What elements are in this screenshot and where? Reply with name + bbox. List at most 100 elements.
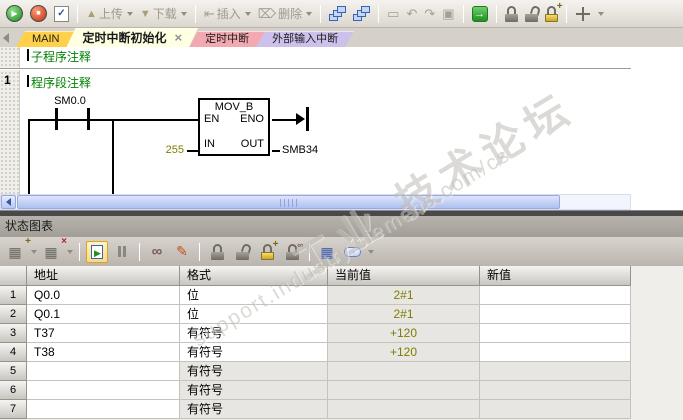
- address-cell[interactable]: T37: [27, 324, 180, 343]
- out-operand[interactable]: SMB34: [282, 144, 318, 156]
- current-value-cell[interactable]: 2#1: [328, 286, 480, 305]
- mov-b-block[interactable]: MOV_B EN ENO IN OUT: [198, 98, 270, 156]
- scrollbar-left-button[interactable]: [1, 195, 16, 209]
- format-cell[interactable]: 位: [180, 305, 328, 324]
- write-all-button[interactable]: ✎: [171, 241, 193, 263]
- row-number[interactable]: 1: [0, 286, 27, 305]
- rung-end-bar: [306, 107, 309, 131]
- format-cell[interactable]: 有符号: [180, 362, 328, 381]
- scrollbar-thumb[interactable]: [17, 195, 560, 209]
- tab-scroll-left-icon[interactable]: [3, 33, 9, 43]
- trend-view-button[interactable]: [341, 241, 363, 263]
- compile-button[interactable]: ✓: [52, 3, 71, 25]
- current-value-cell[interactable]: +120: [328, 324, 480, 343]
- unforce-button[interactable]: [523, 3, 541, 25]
- new-value-cell[interactable]: [480, 400, 631, 419]
- chart-status-on-button[interactable]: ▶: [86, 240, 108, 263]
- col-header-new[interactable]: 新值: [480, 266, 631, 286]
- tab-main[interactable]: MAIN: [16, 31, 76, 47]
- window-icon: ▭: [387, 5, 400, 21]
- branch-icon: [575, 6, 591, 22]
- format-cell[interactable]: 有符号: [180, 343, 328, 362]
- address-cell[interactable]: Q0.1: [27, 305, 180, 324]
- editor-tabbar: MAIN 定时中断初始化 × 定时中断 外部输入中断: [0, 28, 683, 47]
- format-cell[interactable]: 有符号: [180, 400, 328, 419]
- new-value-cell[interactable]: [480, 305, 631, 324]
- row-number[interactable]: 7: [0, 400, 27, 419]
- address-cell[interactable]: [27, 362, 180, 381]
- row-number[interactable]: 6: [0, 381, 27, 400]
- lock-plus-icon: +: [544, 1, 563, 22]
- force-new-button[interactable]: +: [256, 239, 279, 263]
- force-new-button[interactable]: +: [543, 1, 563, 25]
- current-value-cell[interactable]: 2#1: [328, 305, 480, 324]
- new-value-cell[interactable]: [480, 324, 631, 343]
- unlock-icon: [235, 242, 252, 260]
- row-number[interactable]: 5: [0, 362, 27, 381]
- upload-button[interactable]: ▲ 上传: [84, 3, 135, 25]
- read-all-button[interactable]: ∞: [146, 241, 168, 263]
- read-forced-button[interactable]: ∞: [281, 240, 304, 263]
- current-value-cell[interactable]: [328, 381, 480, 400]
- redo-button[interactable]: ↷: [422, 3, 437, 25]
- col-header-current[interactable]: 当前值: [328, 266, 480, 286]
- network-comment[interactable]: 程序段注释: [31, 74, 91, 91]
- tab-external-input-interrupt[interactable]: 外部输入中断: [256, 31, 354, 47]
- new-value-cell[interactable]: [480, 362, 631, 381]
- delete-row-button[interactable]: ▦ ×: [40, 236, 67, 263]
- delete-button[interactable]: ⌦ 删除: [256, 3, 314, 25]
- table-row: 3 T37 有符号 +120: [0, 324, 631, 343]
- download-button[interactable]: ▼ 下载: [138, 3, 189, 25]
- col-header-format[interactable]: 格式: [180, 266, 328, 286]
- address-cell[interactable]: T38: [27, 343, 180, 362]
- row-number[interactable]: 4: [0, 343, 27, 362]
- subroutine-comment[interactable]: 子程序注释: [31, 48, 91, 65]
- branch-tool-button[interactable]: [573, 3, 593, 25]
- format-cell[interactable]: 有符号: [180, 381, 328, 400]
- undo-button[interactable]: ↶: [404, 3, 419, 25]
- contact-operand[interactable]: SM0.0: [46, 95, 94, 107]
- address-cell[interactable]: Q0.0: [27, 286, 180, 305]
- force-button[interactable]: [206, 241, 228, 263]
- tab-label: 定时中断: [205, 33, 250, 45]
- col-header-address[interactable]: 地址: [27, 266, 180, 286]
- tab-timed-interrupt[interactable]: 定时中断: [189, 31, 265, 47]
- new-value-cell[interactable]: [480, 381, 631, 400]
- tab-timed-interrupt-init[interactable]: 定时中断初始化 ×: [67, 28, 199, 47]
- grid-view-button[interactable]: ▦: [316, 241, 338, 263]
- lock-icon: [504, 5, 518, 22]
- insert-button[interactable]: ⇤ 插入: [202, 3, 253, 25]
- force-button[interactable]: [503, 3, 520, 25]
- new-value-cell[interactable]: [480, 343, 631, 362]
- pin-eno: ENO: [240, 113, 264, 125]
- in-value[interactable]: 255: [158, 144, 184, 156]
- bookmark-button[interactable]: ▣: [440, 3, 456, 25]
- contact-right-bar[interactable]: [87, 108, 90, 130]
- current-value-cell[interactable]: [328, 400, 480, 419]
- close-icon[interactable]: ×: [175, 32, 183, 44]
- unforce-button[interactable]: [231, 241, 253, 263]
- program-structure-button[interactable]: [327, 3, 348, 25]
- window-button[interactable]: ▭: [385, 3, 401, 25]
- horizontal-scrollbar[interactable]: [0, 194, 631, 210]
- address-cell[interactable]: [27, 381, 180, 400]
- goto-button[interactable]: →: [470, 3, 490, 25]
- row-number[interactable]: 2: [0, 305, 27, 324]
- format-cell[interactable]: 有符号: [180, 324, 328, 343]
- row-number[interactable]: 3: [0, 324, 27, 343]
- current-value-cell[interactable]: [328, 362, 480, 381]
- current-value-cell[interactable]: +120: [328, 343, 480, 362]
- symbol-table-button[interactable]: [351, 3, 372, 25]
- pause-chart-button[interactable]: [111, 241, 133, 263]
- stop-mode-button[interactable]: ■: [28, 3, 49, 25]
- chevron-down-icon: [126, 11, 133, 16]
- ladder-editor: 子程序注释 1 程序段注释 SM0.0 MOV_B EN ENO IN OUT …: [0, 47, 683, 210]
- format-cell[interactable]: 位: [180, 286, 328, 305]
- status-chart-toolbar: ▦ + ▦ × ▶ ∞ ✎ + ∞ ▦: [0, 236, 683, 266]
- separator: [309, 242, 310, 261]
- contact-left-bar[interactable]: [55, 108, 58, 130]
- address-cell[interactable]: [27, 400, 180, 419]
- run-mode-button[interactable]: ▶: [4, 3, 25, 25]
- insert-row-button[interactable]: ▦ +: [4, 236, 31, 263]
- new-value-cell[interactable]: [480, 286, 631, 305]
